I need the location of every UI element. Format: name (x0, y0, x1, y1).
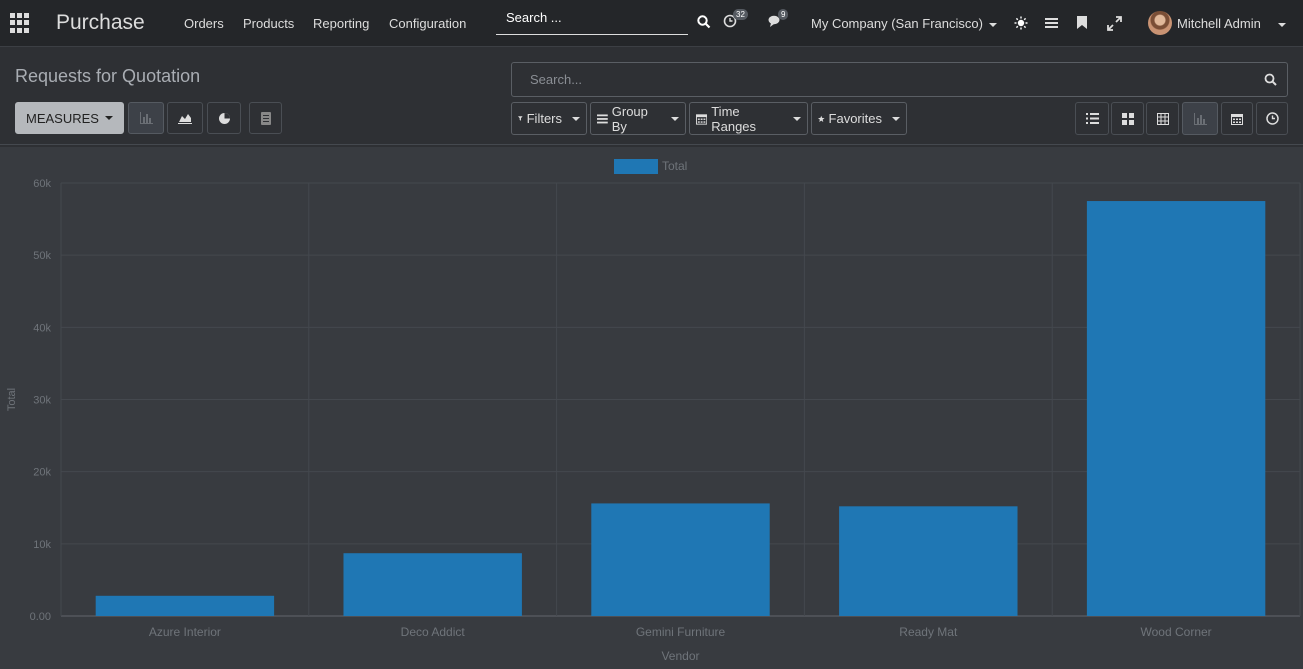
activity-count-badge: 32 (733, 9, 748, 20)
user-name: Mitchell Admin (1177, 16, 1261, 31)
calendar-view-button[interactable] (1221, 102, 1253, 135)
global-search-input[interactable] (496, 6, 676, 29)
calendar-icon (1231, 113, 1243, 125)
list-icon (1085, 113, 1099, 124)
bar-wood-corner[interactable] (1086, 201, 1266, 616)
theme-toggle-icon[interactable] (1014, 16, 1028, 33)
chevron-down-icon (793, 116, 801, 121)
star-icon (818, 115, 825, 122)
apps-menu-icon[interactable] (10, 13, 30, 33)
clock-icon (1265, 112, 1279, 125)
chevron-down-icon[interactable] (1278, 16, 1286, 31)
search-input[interactable] (512, 63, 1252, 96)
page-title: Requests for Quotation (15, 66, 201, 86)
chevron-down-icon (892, 116, 900, 121)
chevron-down-icon (104, 116, 113, 120)
filter-icon (518, 116, 523, 121)
measures-button[interactable]: MEASURES (15, 102, 124, 134)
graph-view-button[interactable] (1182, 102, 1218, 135)
menu-reporting[interactable]: Reporting (313, 16, 369, 31)
x-tick-label: Wood Corner (1141, 625, 1212, 639)
pivot-view-button[interactable] (1146, 102, 1179, 135)
bar-chart-icon (140, 112, 153, 124)
time-ranges-label: Time Ranges (711, 103, 757, 134)
company-name: My Company (San Francisco) (811, 16, 983, 31)
x-tick-label: Ready Mat (899, 625, 958, 639)
control-panel: Requests for Quotation MEASURES Filters … (0, 48, 1303, 145)
app-name: Purchase (56, 11, 145, 34)
activity-icon[interactable]: 32 (723, 9, 748, 31)
graph-view: 0.00 10k 20k 30k 40k 50k 60k Azure Interior Deco… (0, 147, 1303, 669)
measures-label: MEASURES (26, 110, 99, 126)
area-chart-icon (178, 114, 192, 124)
activity-view-button[interactable] (1256, 102, 1288, 135)
filters-label: Filters (526, 111, 562, 126)
messages-icon[interactable]: 9 (768, 9, 789, 31)
search-icon[interactable] (697, 15, 711, 32)
user-avatar[interactable] (1148, 11, 1172, 35)
menu-orders[interactable]: Orders (184, 16, 224, 31)
list-view-button[interactable] (1075, 102, 1109, 135)
bars-icon (597, 114, 608, 124)
y-tick-label: 30k (33, 395, 51, 407)
group-by-label: Group By (611, 103, 648, 134)
kanban-icon (1121, 112, 1134, 125)
top-navbar: Purchase Orders Products Reporting Confi… (0, 0, 1303, 47)
chevron-down-icon (671, 116, 679, 121)
bar-gemini-furniture[interactable] (591, 503, 770, 616)
menu-products[interactable]: Products (243, 16, 294, 31)
filters-dropdown[interactable]: Filters (511, 102, 587, 135)
y-tick-label: 50k (33, 250, 51, 262)
y-tick-label: 10k (33, 539, 51, 551)
pie-chart-button[interactable] (207, 102, 241, 134)
chevron-down-icon (988, 22, 997, 27)
chevron-down-icon (572, 116, 580, 121)
bar-chart: 0.00 10k 20k 30k 40k 50k 60k Azure Interior Deco… (6, 159, 1301, 663)
table-icon (1156, 112, 1169, 125)
spreadsheet-icon (260, 111, 271, 125)
favorites-dropdown[interactable]: Favorites (811, 102, 907, 135)
time-ranges-dropdown[interactable]: Time Ranges (689, 102, 808, 135)
search-bar (511, 62, 1288, 97)
x-axis-label: Vendor (661, 649, 699, 663)
bar-azure-interior[interactable] (95, 595, 275, 616)
legend-swatch[interactable] (614, 159, 658, 174)
user-menu[interactable]: Mitchell Admin (1177, 16, 1261, 31)
fullscreen-icon[interactable] (1107, 16, 1122, 34)
x-tick-label: Deco Addict (401, 625, 466, 639)
menu-configuration[interactable]: Configuration (389, 16, 466, 31)
bookmark-icon[interactable] (1077, 16, 1087, 32)
group-by-dropdown[interactable]: Group By (590, 102, 686, 135)
x-tick-label: Azure Interior (149, 625, 221, 639)
line-chart-button[interactable] (167, 102, 203, 134)
global-search (496, 6, 688, 35)
favorites-label: Favorites (828, 111, 882, 126)
messages-count-badge: 9 (778, 9, 789, 20)
legend-label[interactable]: Total (662, 159, 687, 173)
pie-chart-icon (218, 112, 230, 124)
menu-list-icon[interactable] (1045, 17, 1058, 32)
download-button[interactable] (249, 102, 282, 134)
y-axis-label: Total (6, 388, 18, 411)
bar-ready-mat[interactable] (839, 506, 1018, 616)
x-tick-label: Gemini Furniture (636, 625, 726, 639)
search-icon[interactable] (1264, 73, 1277, 89)
calendar-icon (696, 113, 708, 125)
company-switcher[interactable]: My Company (San Francisco) (811, 16, 997, 31)
y-tick-label: 20k (33, 467, 51, 479)
bar-chart-button[interactable] (128, 102, 164, 134)
y-tick-label: 0.00 (30, 611, 51, 623)
bar-deco-addict[interactable] (343, 553, 522, 616)
bar-chart-icon (1194, 112, 1207, 125)
kanban-view-button[interactable] (1111, 102, 1144, 135)
y-tick-label: 60k (33, 178, 51, 190)
y-tick-label: 40k (33, 322, 51, 334)
